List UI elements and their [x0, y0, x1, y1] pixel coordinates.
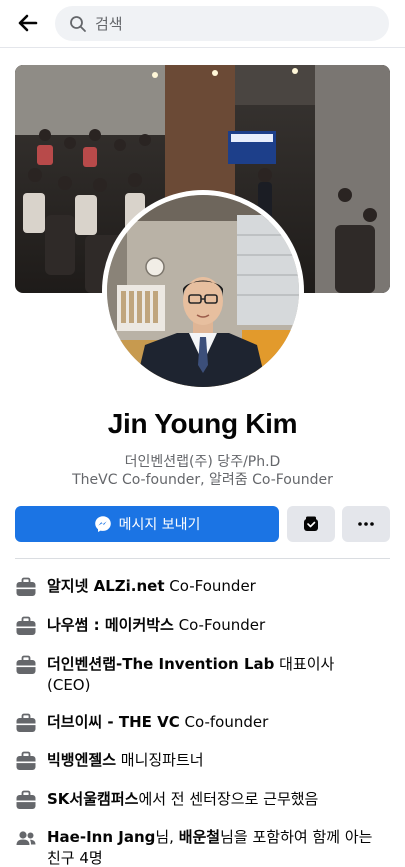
intro-item-rest: Co-Founder: [173, 616, 266, 634]
more-dots-icon: [358, 522, 374, 526]
briefcase-icon: [16, 713, 36, 732]
intro-item-rest: 매니징파트너: [116, 751, 204, 769]
briefcase-icon: [16, 616, 36, 635]
intro-item-bold: 나우썸 : 메이커박스: [47, 616, 174, 634]
intro-item-bold: 알지넷 ALZi.net: [47, 577, 165, 595]
intro-item[interactable]: 알지넷 ALZi.net Co-Founder: [15, 576, 390, 598]
profile-bio-line2: TheVC Co-founder, 알려줌 Co-Founder: [72, 472, 333, 488]
send-message-button[interactable]: 메시지 보내기: [15, 506, 279, 542]
send-message-label: 메시지 보내기: [118, 517, 201, 533]
profile-bio-line1: 더인벤션랩(주) 당주/Ph.D: [124, 454, 281, 470]
search-placeholder: 검색: [95, 15, 123, 33]
back-button[interactable]: [10, 8, 46, 38]
messenger-icon: [94, 516, 111, 532]
intro-item[interactable]: 더인벤션랩-The Invention Lab 대표이사 (CEO): [15, 654, 390, 696]
mutual-separator: 님,: [155, 828, 179, 846]
briefcase-icon: [16, 790, 36, 809]
more-options-button[interactable]: [342, 506, 390, 542]
bookmark-tray-icon: [304, 516, 318, 531]
intro-item[interactable]: SK서울캠퍼스에서 전 센터장으로 근무했음: [15, 789, 390, 811]
intro-item-rest: Co-founder: [179, 713, 269, 731]
arrow-left-icon: [18, 14, 38, 32]
top-bar: 검색: [0, 0, 405, 48]
briefcase-icon: [16, 655, 36, 674]
mutual-friend-name[interactable]: Hae-Inn Jang: [47, 828, 155, 846]
mutual-friends[interactable]: Hae-Inn Jang님, 배운철님을 포함하여 함께 아는 친구 4명: [15, 827, 390, 867]
intro-item-rest: Co-Founder: [164, 577, 256, 595]
intro-item-bold: 더인벤션랩-The Invention Lab: [47, 655, 275, 673]
section-divider: [15, 558, 390, 559]
intro-item-bold: SK서울캠퍼스: [47, 790, 139, 808]
briefcase-icon: [16, 577, 36, 596]
intro-item[interactable]: 빅뱅엔젤스 매니징파트너: [15, 750, 390, 772]
avatar[interactable]: [107, 195, 299, 387]
intro-item-bold: 더브이씨 - THE VC: [47, 713, 180, 731]
intro-item-rest: 에서 전 센터장으로 근무했음: [138, 790, 319, 808]
intro-item[interactable]: 더브이씨 - THE VC Co-founder: [15, 712, 390, 734]
save-button[interactable]: [287, 506, 335, 542]
briefcase-icon: [16, 751, 36, 770]
friends-icon: [16, 831, 36, 845]
mutual-friend-name[interactable]: 배운철: [179, 828, 220, 846]
intro-item[interactable]: 나우썸 : 메이커박스 Co-Founder: [15, 615, 390, 637]
intro-item-bold: 빅뱅엔젤스: [47, 751, 117, 769]
search-input[interactable]: 검색: [55, 6, 389, 41]
search-icon: [70, 15, 86, 32]
profile-name: Jin Young Kim: [107, 408, 298, 439]
